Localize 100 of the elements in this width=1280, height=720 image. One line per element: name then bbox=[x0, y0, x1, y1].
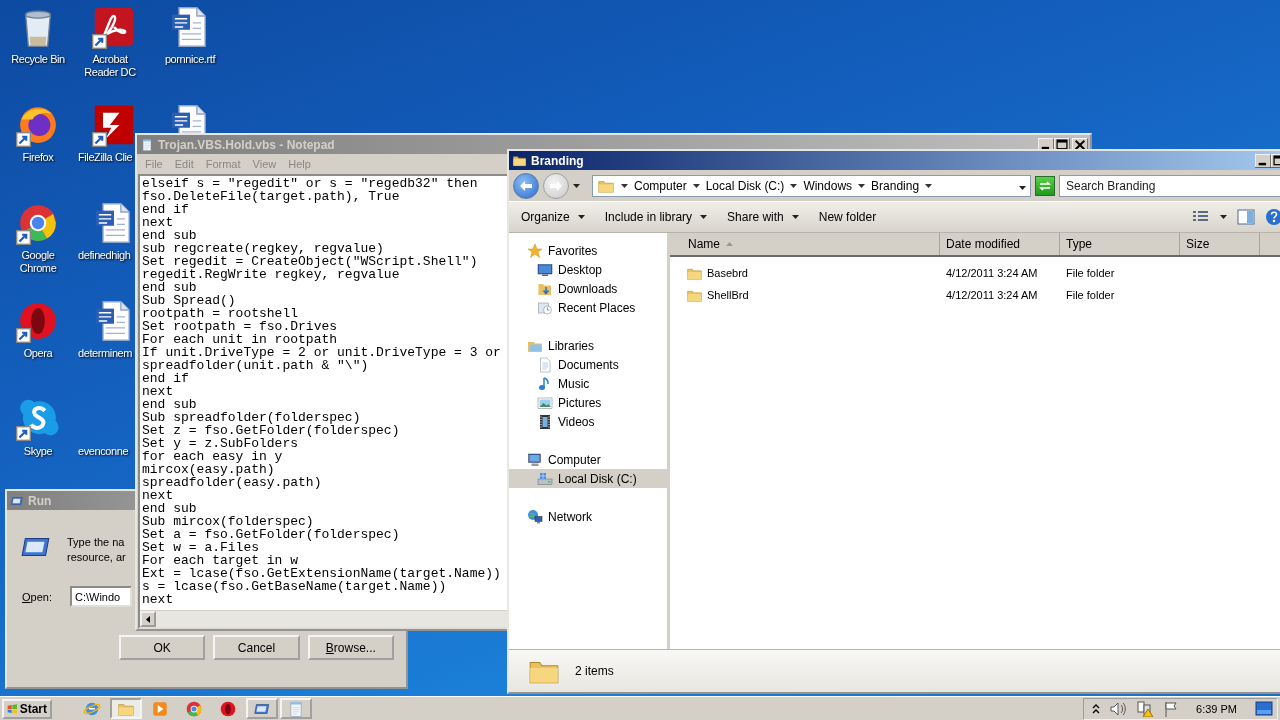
nav-item[interactable]: Videos bbox=[509, 412, 667, 431]
code-line: regedit.RegWrite regkey, regvalue bbox=[142, 268, 400, 281]
code-line: end if bbox=[142, 203, 189, 216]
caret-icon bbox=[700, 215, 708, 219]
caret-icon bbox=[692, 184, 700, 188]
picture-frame-icon bbox=[537, 394, 553, 411]
refresh-icon bbox=[1038, 180, 1052, 192]
nav-item[interactable]: Music bbox=[509, 374, 667, 393]
code-line: For each unit in rootpath bbox=[142, 333, 338, 346]
code-line: end sub bbox=[142, 281, 197, 294]
caret-icon bbox=[858, 184, 866, 188]
code-line: for each easy in y bbox=[142, 450, 283, 463]
column-header[interactable]: Type bbox=[1060, 233, 1180, 255]
taskbar-button[interactable] bbox=[246, 698, 278, 719]
nav-item[interactable]: Desktop bbox=[509, 260, 667, 279]
icon-label: determinem bbox=[78, 347, 133, 360]
address-bar[interactable]: Computer Local Disk (C:) Windows Branding bbox=[592, 175, 1031, 197]
flag-icon[interactable] bbox=[1164, 700, 1179, 717]
breadcrumb[interactable]: Windows bbox=[803, 179, 853, 193]
help-icon[interactable] bbox=[1265, 208, 1280, 226]
document-icon bbox=[537, 356, 553, 373]
code-line: next bbox=[142, 593, 174, 606]
caret-icon bbox=[790, 184, 798, 188]
icon-label: Skype bbox=[23, 445, 53, 458]
icon-label: FileZilla Clie bbox=[78, 151, 133, 164]
file-name-cell[interactable]: ShellBrd bbox=[670, 286, 940, 304]
icon-label: Google Chrome bbox=[18, 249, 58, 275]
network-warning-icon[interactable] bbox=[1136, 700, 1155, 717]
open-label: Open: bbox=[22, 590, 52, 603]
code-line: next bbox=[142, 489, 174, 502]
nav-item[interactable]: Recent Places bbox=[509, 298, 667, 317]
title-bar: Branding bbox=[509, 151, 1280, 170]
code-line: If unit.DriveType = 2 or unit.DriveType = 3 or bbox=[142, 346, 501, 359]
column-header[interactable]: Size bbox=[1180, 233, 1260, 255]
breadcrumb[interactable]: Local Disk (C:) bbox=[705, 179, 785, 193]
nav-item[interactable]: Favorites bbox=[509, 241, 667, 260]
icon-label: Acrobat Reader DC bbox=[83, 53, 137, 79]
refresh-button[interactable] bbox=[1035, 176, 1055, 196]
code-line: Set a = fso.GetFolder(folderspec) bbox=[142, 528, 400, 541]
show-desktop-icon[interactable] bbox=[1255, 700, 1273, 717]
code-line: rootpath = rootshell bbox=[142, 307, 299, 320]
icon-label: definedhigh bbox=[78, 249, 131, 262]
preview-pane-icon[interactable] bbox=[1237, 209, 1255, 225]
code-line: s = lcase(fso.GetBaseName(target.Name)) bbox=[142, 580, 447, 593]
icon-label: pornnice.rtf bbox=[164, 53, 216, 66]
nav-item[interactable]: Libraries bbox=[509, 336, 667, 355]
star-icon bbox=[527, 242, 543, 259]
breadcrumb[interactable]: Branding bbox=[871, 179, 920, 193]
dialog-button[interactable]: Cancel bbox=[213, 635, 300, 660]
nav-item[interactable]: Downloads bbox=[509, 279, 667, 298]
drive-icon bbox=[537, 470, 553, 487]
minimize-button[interactable] bbox=[1255, 153, 1271, 168]
back-button[interactable] bbox=[513, 173, 539, 199]
nav-item[interactable]: Local Disk (C:) bbox=[509, 469, 667, 488]
file-name-cell[interactable]: Basebrd bbox=[670, 264, 940, 282]
caret-icon bbox=[1019, 186, 1026, 190]
code-line: end if bbox=[142, 372, 189, 385]
dialog-button[interactable]: OK bbox=[119, 635, 206, 660]
folder-icon bbox=[512, 153, 527, 168]
toolbar-button[interactable]: Include in library bbox=[604, 210, 708, 224]
dialog-button[interactable]: Browse... bbox=[307, 635, 394, 660]
clock[interactable]: 6:39 PM bbox=[1196, 702, 1237, 715]
nav-item[interactable]: Network bbox=[509, 507, 667, 526]
icon-label: Opera bbox=[23, 347, 53, 360]
forward-button[interactable] bbox=[543, 173, 569, 199]
nav-item[interactable]: Pictures bbox=[509, 393, 667, 412]
code-line: Ext = lcase(fso.GetExtensionName(target.Name)) bbox=[142, 567, 501, 580]
caret-icon bbox=[791, 215, 799, 219]
forward-arrow-icon bbox=[549, 180, 563, 192]
windows-flag-icon bbox=[7, 701, 18, 716]
toolbar-button[interactable]: Share with bbox=[727, 210, 799, 224]
nav-item[interactable]: Computer bbox=[509, 450, 667, 469]
network-icon bbox=[527, 508, 543, 525]
type-cell-text: File folder bbox=[1065, 267, 1116, 279]
speaker-icon[interactable] bbox=[1110, 701, 1127, 716]
view-options-icon[interactable] bbox=[1192, 210, 1210, 224]
column-header[interactable]: Date modified bbox=[940, 233, 1060, 255]
search-field[interactable]: Search Branding bbox=[1059, 175, 1280, 197]
code-line: Set rootpath = fso.Drives bbox=[142, 320, 338, 333]
icon-label: evenconne bbox=[78, 445, 129, 458]
code-line: mircox(easy.path) bbox=[142, 463, 275, 476]
notepad-icon bbox=[140, 137, 154, 152]
icon-label: Firefox bbox=[22, 151, 54, 164]
code-line: Set w = a.Files bbox=[142, 541, 260, 554]
open-field[interactable]: C:\Windo bbox=[70, 586, 132, 607]
caret-icon bbox=[925, 184, 933, 188]
date-cell-text: 4/12/2011 3:24 AM bbox=[945, 267, 1039, 279]
ring-icon bbox=[219, 699, 237, 718]
breadcrumb[interactable]: Computer bbox=[634, 179, 687, 193]
code-line: sub regcreate(regkey, regvalue) bbox=[142, 242, 384, 255]
code-line: next bbox=[142, 216, 174, 229]
start-button[interactable]: Start bbox=[2, 698, 52, 719]
toolbar-button[interactable]: Organize bbox=[521, 210, 585, 224]
toolbar-button[interactable]: New folder bbox=[818, 210, 877, 224]
chevron-icon[interactable] bbox=[1092, 703, 1101, 714]
description-text: resource, ar bbox=[67, 551, 126, 563]
column-header[interactable]: Name bbox=[670, 233, 940, 255]
caret-icon bbox=[621, 184, 628, 188]
code-line: spreadfolder(unit.path & "\") bbox=[142, 359, 369, 372]
nav-item[interactable]: Documents bbox=[509, 355, 667, 374]
